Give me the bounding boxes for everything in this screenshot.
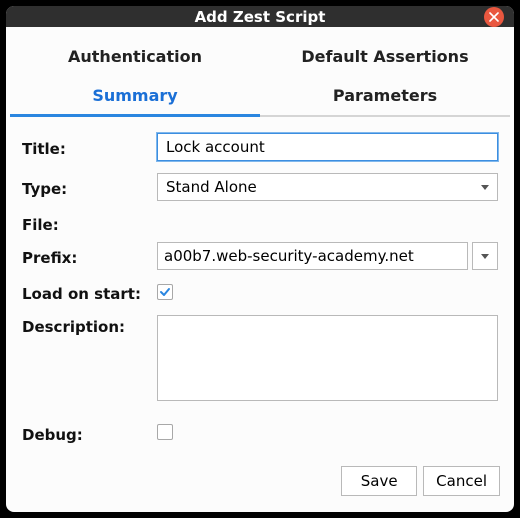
description-label: Description:	[22, 315, 157, 336]
chevron-down-icon	[481, 185, 489, 190]
tab-parameters[interactable]: Parameters	[260, 76, 510, 115]
close-button[interactable]	[484, 7, 504, 27]
tab-default-assertions[interactable]: Default Assertions	[260, 37, 510, 76]
chevron-down-icon	[481, 254, 489, 259]
type-select[interactable]: Stand Alone	[157, 173, 498, 201]
save-button[interactable]: Save	[341, 466, 417, 496]
tab-indicator	[10, 114, 260, 117]
type-value: Stand Alone	[166, 178, 257, 196]
cancel-button[interactable]: Cancel	[423, 466, 500, 496]
check-icon	[159, 286, 171, 298]
title-input[interactable]	[157, 133, 498, 161]
prefix-label: Prefix:	[22, 246, 157, 267]
load-on-start-label: Load on start:	[22, 282, 157, 303]
button-bar: Save Cancel	[6, 466, 514, 512]
tab-authentication[interactable]: Authentication	[10, 37, 260, 76]
tab-underline	[10, 115, 510, 117]
prefix-input[interactable]	[157, 242, 468, 270]
title-label: Title:	[22, 137, 157, 158]
close-icon	[489, 12, 499, 22]
tab-summary[interactable]: Summary	[10, 76, 260, 115]
debug-checkbox[interactable]	[157, 424, 173, 440]
type-label: Type:	[22, 177, 157, 198]
tabs: Authentication Default Assertions Summar…	[6, 27, 514, 117]
dialog-window: Add Zest Script Authentication Default A…	[6, 6, 514, 512]
file-label: File:	[22, 213, 157, 234]
titlebar: Add Zest Script	[6, 6, 514, 27]
prefix-combo	[157, 242, 498, 270]
summary-form: Title: Type: Stand Alone File: Prefix:	[6, 117, 514, 466]
debug-label: Debug:	[22, 423, 157, 444]
load-on-start-checkbox[interactable]	[157, 284, 173, 300]
window-title: Add Zest Script	[195, 8, 326, 26]
description-textarea[interactable]	[157, 315, 498, 401]
prefix-dropdown-button[interactable]	[472, 242, 498, 270]
